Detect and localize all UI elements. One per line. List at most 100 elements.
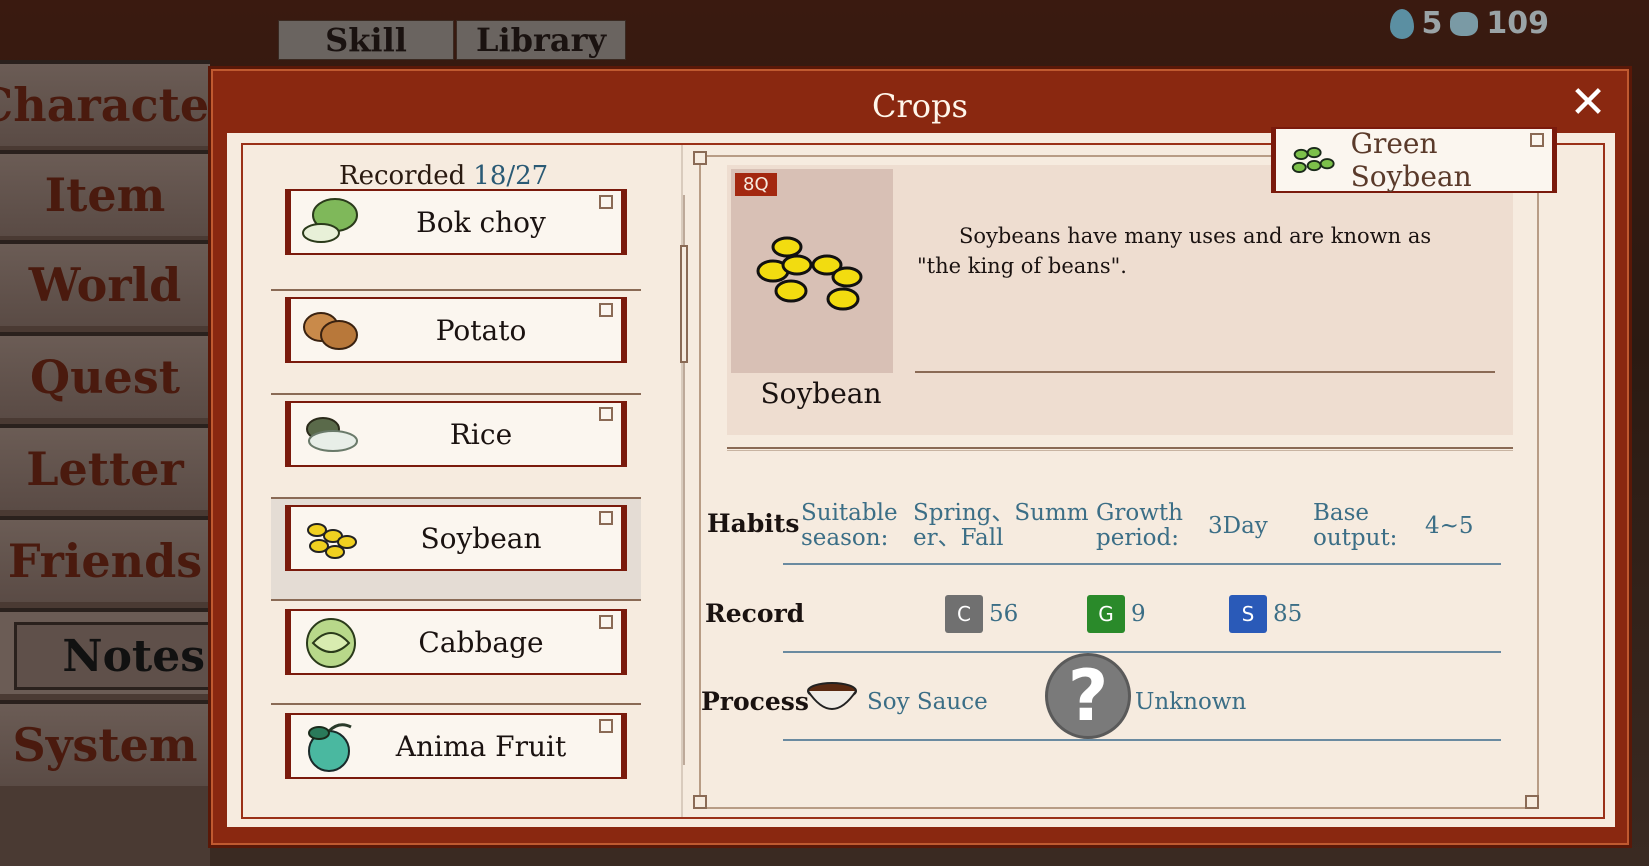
crop-label: Rice (449, 417, 513, 451)
menu-world[interactable]: World (0, 240, 210, 326)
season-key: Suitable season: (801, 501, 898, 551)
content-frame: Recorded 18/27 Bok choy Potato Rice Soyb… (241, 127, 1605, 819)
modal-title: Crops (872, 87, 968, 125)
key-line: Suitable (801, 500, 898, 526)
crop-card[interactable]: Soybean (285, 505, 627, 571)
habits-title: Habits (707, 509, 800, 538)
process-unknown: Unknown (1135, 689, 1247, 715)
process-product[interactable]: Soy Sauce (867, 689, 988, 715)
record-title: Record (705, 599, 805, 628)
divider (915, 371, 1495, 373)
content-paper: Recorded 18/27 Bok choy Potato Rice Soyb… (225, 127, 1617, 829)
list-item[interactable]: Cabbage (271, 603, 641, 705)
crop-label: Bok choy (416, 205, 546, 239)
ore-icon (1450, 11, 1479, 36)
row-divider (783, 739, 1501, 741)
quality-tag: 8Q (735, 173, 777, 196)
currency-bar: 5 109 (1389, 6, 1549, 41)
unknown-icon: ? (1045, 653, 1131, 739)
crop-card[interactable]: Rice (285, 401, 627, 467)
crop-card[interactable]: Cabbage (285, 609, 627, 675)
item-description: Soybeans have many uses and are known as… (917, 224, 1432, 278)
key-line: period: (1096, 525, 1180, 551)
menu-letter[interactable]: Letter (0, 424, 210, 510)
tab-skill[interactable]: Skill (278, 20, 454, 60)
menu-label: Character (0, 78, 210, 132)
ore-count: 109 (1486, 6, 1549, 41)
corner-ornament (599, 511, 613, 525)
key-line: Growth (1096, 500, 1183, 526)
menu-character[interactable]: Character (0, 60, 210, 146)
list-item[interactable]: Anima Fruit (271, 707, 641, 809)
list-scrollbar-thumb[interactable] (680, 245, 688, 363)
crop-card[interactable]: Bok choy (285, 189, 627, 255)
corner-ornament (693, 795, 707, 809)
corner-ornament (599, 719, 613, 733)
menu-quest[interactable]: Quest (0, 332, 210, 418)
recorded-count: 18/27 (473, 161, 549, 191)
section-divider (727, 447, 1513, 451)
menu-system[interactable]: System (0, 700, 210, 786)
menu-notes[interactable]: Notes (0, 608, 210, 694)
soy-sauce-icon (807, 682, 857, 710)
info-box: 8Q Soybean Soybeans have many uses and a… (727, 165, 1513, 435)
quality-s-badge: S (1229, 595, 1267, 633)
corner-ornament (599, 615, 613, 629)
gem-count: 5 (1421, 6, 1443, 41)
soybean-icon (291, 508, 371, 568)
corner-ornament (599, 195, 613, 209)
crop-label: Anima Fruit (395, 729, 567, 763)
menu-label: World (28, 258, 182, 312)
menu-label: Notes (62, 630, 205, 682)
tab-label: Skill (325, 21, 407, 59)
quality-c-badge: C (945, 595, 983, 633)
crop-card[interactable]: Anima Fruit (285, 713, 627, 779)
bok-choy-icon (291, 192, 371, 252)
soybean-large-icon (756, 236, 863, 311)
menu-label: Letter (26, 442, 184, 496)
crops-modal: Crops ✕ Recorded 18/27 Bok choy Potato R… (208, 66, 1632, 848)
potato-icon (291, 300, 371, 360)
list-item[interactable]: Potato (271, 293, 641, 395)
growth-key: Growth period: (1096, 501, 1183, 551)
menu-item[interactable]: Item (0, 150, 210, 236)
row-divider (783, 651, 1501, 653)
menu-label: Quest (30, 350, 180, 404)
key-line: season: (801, 525, 889, 551)
list-item[interactable]: Bok choy (271, 189, 641, 291)
side-menu: Character Item World Quest Letter Friend… (0, 60, 210, 866)
crop-list: Recorded 18/27 Bok choy Potato Rice Soyb… (243, 145, 688, 817)
item-name: Soybean (760, 377, 882, 410)
anima-fruit-icon (291, 716, 371, 776)
crop-card[interactable]: Potato (285, 297, 627, 363)
value-line: er、Fall (913, 525, 1004, 551)
row-divider (783, 563, 1501, 565)
season-value: Spring、Summ er、Fall (913, 501, 1089, 551)
rice-icon (291, 404, 371, 464)
cabbage-icon (291, 612, 371, 672)
quality-s-count: 85 (1273, 601, 1303, 627)
menu-friends[interactable]: Friends (0, 516, 210, 602)
close-button[interactable]: ✕ (1565, 77, 1611, 128)
corner-ornament (693, 151, 707, 165)
crop-label: Soybean (420, 521, 542, 555)
list-item-selected[interactable]: Soybean (271, 499, 641, 601)
process-title: Process (701, 687, 809, 716)
quality-g-count: 9 (1131, 601, 1146, 627)
corner-ornament (599, 407, 613, 421)
crop-label: Potato (435, 313, 527, 347)
output-key: Base output: (1313, 501, 1397, 551)
corner-ornament (1525, 795, 1539, 809)
green-soybean-icon (1291, 146, 1335, 174)
item-picture: 8Q (731, 169, 893, 373)
output-value: 4~5 (1425, 513, 1474, 539)
crop-label: Cabbage (418, 625, 544, 659)
menu-label: Item (44, 168, 166, 222)
growth-value: 3Day (1208, 513, 1268, 539)
list-item[interactable]: Rice (271, 397, 641, 499)
corner-ornament (1530, 133, 1544, 147)
key-line: output: (1313, 525, 1398, 551)
variant-tab-green-soybean[interactable]: Green Soybean (1271, 127, 1557, 193)
tab-library[interactable]: Library (456, 20, 626, 60)
menu-label: System (12, 718, 198, 772)
